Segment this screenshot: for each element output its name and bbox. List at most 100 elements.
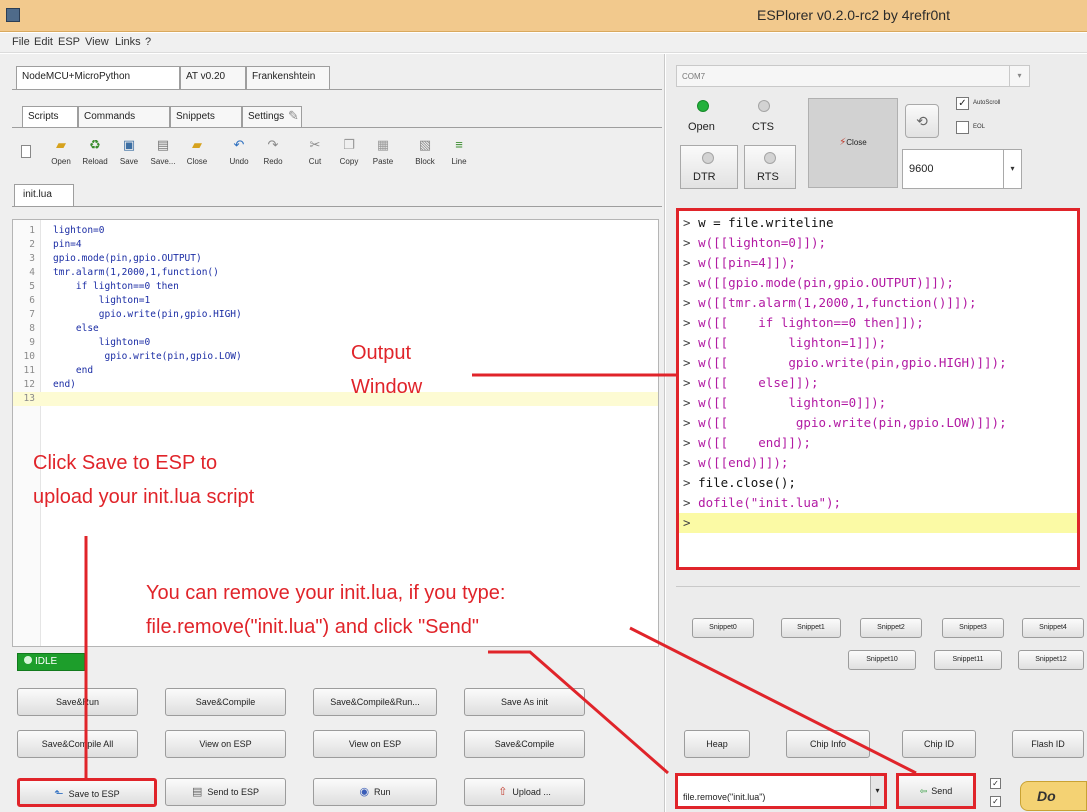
snippet-3-button[interactable]: Snippet3 bbox=[942, 618, 1004, 638]
heap-button[interactable]: Heap bbox=[684, 730, 750, 758]
reload-button[interactable]: ♻ Reload bbox=[78, 138, 112, 172]
save-as-icon: ▤ bbox=[156, 137, 170, 152]
run-button[interactable]: ◉ Run bbox=[313, 778, 437, 806]
send-arrow-icon: ⇦ bbox=[919, 786, 928, 796]
tab-commands[interactable]: Commands bbox=[78, 106, 170, 128]
output-line: > w([[lighton=0]]); bbox=[683, 235, 826, 250]
save-compile-run-button[interactable]: Save&Compile&Run... bbox=[313, 688, 437, 716]
flash-id-button[interactable]: Flash ID bbox=[1012, 730, 1084, 758]
wrench-icon: ✎ bbox=[288, 108, 299, 123]
annotation-remove-hint-1: You can remove your init.lua, if you typ… bbox=[146, 582, 506, 604]
rts-button[interactable]: RTS bbox=[744, 145, 796, 189]
dtr-button[interactable]: DTR bbox=[680, 145, 738, 189]
status-badge: IDLE bbox=[17, 653, 85, 671]
view-on-esp-button-2[interactable]: View on ESP bbox=[313, 730, 437, 758]
menu-edit[interactable]: Edit bbox=[34, 36, 53, 48]
rts-led-icon bbox=[764, 152, 776, 164]
undo-icon: ↶ bbox=[233, 137, 245, 152]
output-line: > w([[ lighton=0]]); bbox=[683, 395, 887, 410]
eol-checkbox[interactable] bbox=[956, 121, 969, 134]
new-file-button[interactable] bbox=[18, 143, 34, 177]
redo-button[interactable]: ↷ Redo bbox=[256, 138, 290, 172]
menu-view[interactable]: View bbox=[85, 36, 109, 48]
save-compile-all-button[interactable]: Save&Compile All bbox=[17, 730, 138, 758]
save-compile-button-2[interactable]: Save&Compile bbox=[464, 730, 585, 758]
code-line: 12 end) bbox=[23, 379, 76, 390]
chip-info-button[interactable]: Chip Info bbox=[786, 730, 870, 758]
save-as-init-button[interactable]: Save As init bbox=[464, 688, 585, 716]
send-button[interactable]: ⇦ Send bbox=[896, 773, 976, 809]
reconnect-button[interactable]: ⟲ bbox=[905, 104, 939, 138]
annotation-save-hint-1: Click Save to ESP to bbox=[33, 452, 218, 474]
autoscroll-checkbox[interactable]: ✓ bbox=[956, 97, 969, 110]
snippet-10-button[interactable]: Snippet10 bbox=[848, 650, 916, 670]
tab-at[interactable]: AT v0.20 bbox=[180, 66, 246, 90]
output-line: > dofile("init.lua"); bbox=[683, 495, 842, 510]
new-file-icon bbox=[21, 145, 31, 158]
command-input[interactable]: file.remove("init.lua") ▾ bbox=[675, 773, 887, 809]
dtr-led-icon bbox=[702, 152, 714, 164]
close-file-button[interactable]: ▰ Close bbox=[180, 138, 214, 172]
view-on-esp-button[interactable]: View on ESP bbox=[165, 730, 286, 758]
paste-button[interactable]: ▦ Paste bbox=[366, 138, 400, 172]
block-button[interactable]: ▧ Block bbox=[408, 138, 442, 172]
tab-divider bbox=[12, 89, 662, 90]
chevron-down-icon: ▾ bbox=[870, 776, 884, 806]
tab-snippets[interactable]: Snippets bbox=[170, 106, 242, 128]
close-port-button[interactable]: ⚡Close bbox=[808, 98, 898, 188]
undo-button[interactable]: ↶ Undo bbox=[222, 138, 256, 172]
file-tab-divider bbox=[12, 206, 662, 207]
open-button[interactable]: Open bbox=[688, 121, 715, 133]
run-icon: ◉ bbox=[359, 786, 370, 798]
upload-icon: ⇧ bbox=[498, 786, 508, 798]
option-checkbox-1[interactable]: ✓ bbox=[990, 778, 1001, 789]
menu-esp[interactable]: ESP bbox=[58, 36, 80, 48]
snippet-0-button[interactable]: Snippet0 bbox=[692, 618, 754, 638]
baud-rate-select[interactable]: 9600 ▾ bbox=[902, 149, 1022, 189]
code-line: 7 gpio.write(pin,gpio.HIGH) bbox=[29, 309, 242, 320]
snippet-2-button[interactable]: Snippet2 bbox=[860, 618, 922, 638]
refresh-icon: ⟲ bbox=[916, 113, 928, 129]
output-line: > file.close(); bbox=[683, 475, 796, 490]
save-button[interactable]: ▣ Save bbox=[112, 138, 146, 172]
tab-frankenshtein[interactable]: Frankenshtein bbox=[246, 66, 330, 90]
code-line: 9 lighton=0 bbox=[29, 337, 151, 348]
open-button[interactable]: ▰ Open bbox=[44, 138, 78, 172]
tab-nodemcu[interactable]: NodeMCU+MicroPython bbox=[16, 66, 180, 90]
save-to-esp-button[interactable]: ⬑ Save to ESP bbox=[17, 778, 157, 807]
paste-icon: ▦ bbox=[376, 137, 390, 152]
menu-help[interactable]: ? bbox=[145, 36, 151, 48]
menu-links[interactable]: Links bbox=[115, 36, 141, 48]
cut-button[interactable]: ✂ Cut bbox=[298, 138, 332, 172]
snippet-12-button[interactable]: Snippet12 bbox=[1018, 650, 1084, 670]
tab-init-lua[interactable]: init.lua bbox=[14, 184, 74, 206]
tab-scripts[interactable]: Scripts bbox=[22, 106, 78, 128]
send-to-esp-button[interactable]: ▤ Send to ESP bbox=[165, 778, 286, 806]
output-window[interactable]: > w = file.writeline > w([[lighton=0]]);… bbox=[676, 208, 1080, 570]
snippet-11-button[interactable]: Snippet11 bbox=[934, 650, 1002, 670]
code-line-current: 13 bbox=[13, 392, 658, 406]
port-select[interactable]: COM7 ▾ bbox=[676, 65, 1030, 87]
subtab-divider bbox=[12, 127, 662, 128]
menu-bar: File Edit ESP View Links ? bbox=[0, 33, 1087, 53]
save-to-esp-icon: ⬑ bbox=[54, 788, 64, 800]
menu-file[interactable]: File bbox=[12, 36, 30, 48]
snippet-1-button[interactable]: Snippet1 bbox=[781, 618, 841, 638]
save-icon: ▣ bbox=[122, 137, 136, 152]
scissors-icon: ✂ bbox=[309, 137, 321, 152]
splitter[interactable] bbox=[676, 586, 1080, 592]
copy-button[interactable]: ❐ Copy bbox=[332, 138, 366, 172]
eol-label: EOL bbox=[973, 124, 986, 130]
snippet-4-button[interactable]: Snippet4 bbox=[1022, 618, 1084, 638]
line-button[interactable]: ≡ Line bbox=[442, 138, 476, 172]
save-as-button[interactable]: ▤ Save... bbox=[146, 138, 180, 172]
chip-id-button[interactable]: Chip ID bbox=[902, 730, 976, 758]
do-button[interactable]: Do bbox=[1020, 781, 1087, 811]
save-run-button[interactable]: Save&Run bbox=[17, 688, 138, 716]
option-checkbox-2[interactable]: ✓ bbox=[990, 796, 1001, 807]
upload-button[interactable]: ⇧ Upload ... bbox=[464, 778, 585, 806]
cts-led-icon bbox=[758, 100, 770, 112]
code-line: 3 gpio.mode(pin,gpio.OUTPUT) bbox=[29, 253, 202, 264]
output-line: > w([[ if lighton==0 then]]); bbox=[683, 315, 924, 330]
save-compile-button[interactable]: Save&Compile bbox=[165, 688, 286, 716]
